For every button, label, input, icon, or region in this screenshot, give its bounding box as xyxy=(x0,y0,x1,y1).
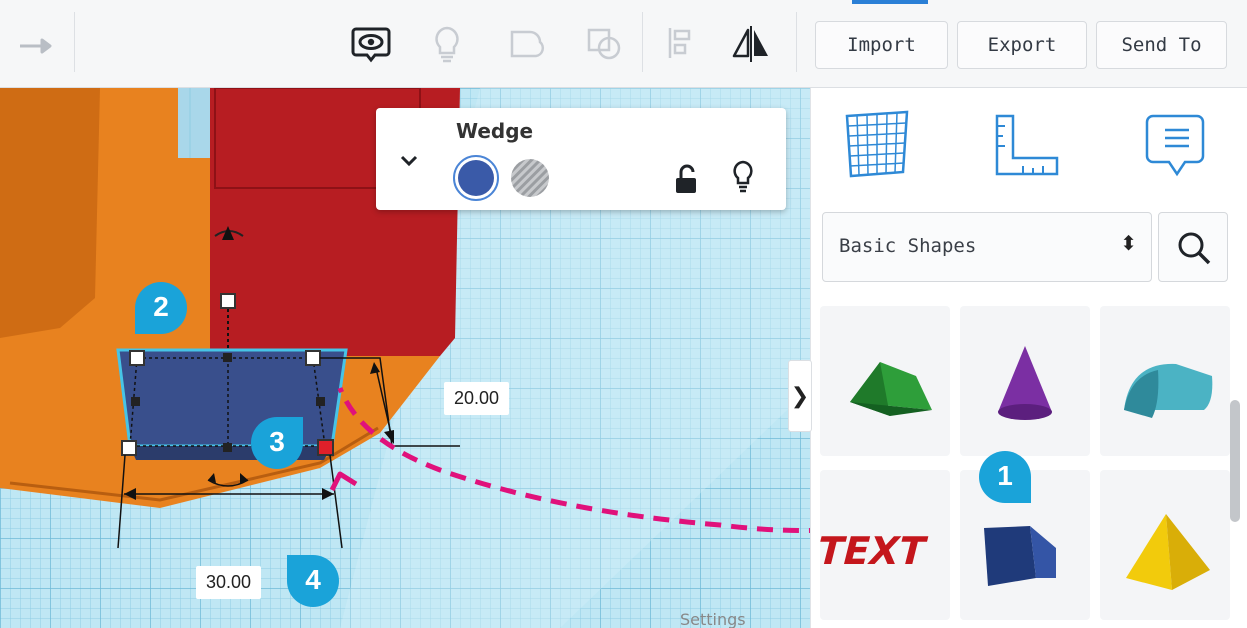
callout-4: 4 xyxy=(284,552,342,610)
search-icon[interactable] xyxy=(1158,212,1228,282)
export-button[interactable]: Export xyxy=(957,21,1087,69)
shape-inspector: Wedge xyxy=(376,108,786,210)
select-arrows-icon: ⬍ xyxy=(1120,231,1137,255)
height-dimension-label[interactable]: 20.00 xyxy=(444,382,510,415)
panel-scrollbar[interactable] xyxy=(1230,400,1240,522)
ruler-icon[interactable] xyxy=(991,110,1063,182)
shape-title: Wedge xyxy=(456,119,534,143)
workplane-grid-icon[interactable] xyxy=(841,108,913,180)
chevron-right-icon[interactable]: ❯ xyxy=(788,360,812,432)
shape-tile-text[interactable]: TEXT xyxy=(812,470,950,620)
shape-tile-half-cylinder[interactable] xyxy=(1100,306,1230,456)
lightbulb-icon[interactable] xyxy=(424,20,470,66)
mirror-icon[interactable] xyxy=(728,20,774,66)
settings-link[interactable]: Settings xyxy=(680,610,746,628)
notes-icon[interactable] xyxy=(1141,108,1213,180)
send-to-button[interactable]: Send To xyxy=(1096,21,1227,69)
import-button[interactable]: Import xyxy=(815,21,948,69)
shape-tile-cone[interactable] xyxy=(960,306,1090,456)
shape-tile-roof[interactable] xyxy=(820,306,950,456)
callout-2: 2 xyxy=(132,279,190,337)
chevron-down-icon[interactable] xyxy=(394,146,424,176)
solid-color-icon[interactable] xyxy=(452,154,500,202)
toolbar: Import Export Send To xyxy=(0,0,1247,88)
shape-tile-pyramid[interactable] xyxy=(1100,470,1230,620)
align-icon[interactable] xyxy=(660,20,706,66)
lock-open-icon[interactable] xyxy=(672,162,702,196)
lightbulb-icon[interactable] xyxy=(728,158,758,198)
hole-icon[interactable] xyxy=(508,156,552,200)
shape-category-select[interactable]: Basic Shapes ⬍ xyxy=(822,212,1152,282)
callout-1: 1 xyxy=(976,448,1034,506)
shape-category-label: Basic Shapes xyxy=(839,235,977,257)
callout-3: 3 xyxy=(248,414,306,472)
active-tab-indicator xyxy=(852,0,928,4)
text-shape-glyph: TEXT xyxy=(820,530,931,574)
show-all-icon[interactable] xyxy=(348,20,394,66)
group-icon[interactable] xyxy=(504,20,550,66)
width-dimension-label[interactable]: 30.00 xyxy=(196,566,262,599)
ungroup-icon[interactable] xyxy=(582,20,628,66)
redo-arrow-icon[interactable] xyxy=(12,20,58,66)
